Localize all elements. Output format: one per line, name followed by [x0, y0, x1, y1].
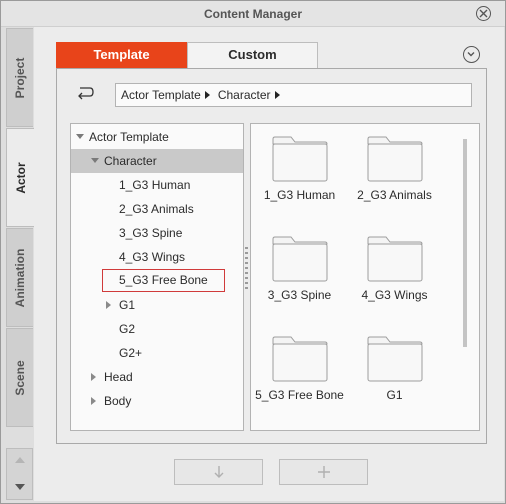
tree-item-g3-spine[interactable]: 3_G3 Spine: [71, 221, 243, 245]
category-tree: Actor Template Character 1_G3 Human 2_G3…: [70, 123, 244, 431]
grid-scrollbar[interactable]: [463, 139, 467, 347]
download-button[interactable]: [174, 459, 263, 485]
folder-icon: [272, 236, 328, 282]
window-title: Content Manager: [203, 7, 302, 21]
caret-right-icon[interactable]: [106, 301, 111, 309]
tree-item-g3-human[interactable]: 1_G3 Human: [71, 173, 243, 197]
folder-label: 4_G3 Wings: [361, 288, 428, 302]
tab-scene[interactable]: Scene: [6, 328, 33, 427]
tab-animation[interactable]: Animation: [6, 228, 33, 327]
folder-label: 1_G3 Human: [263, 188, 336, 202]
breadcrumb: Actor Template Character: [115, 83, 472, 107]
tree-item-g3-free-bone[interactable]: 5_G3 Free Bone: [71, 269, 243, 293]
main-panel: Template Custom Actor Template Character…: [34, 27, 504, 501]
folder-grid: 1_G3 Human 2_G3 Animals 3_G3 Spine 4_G3 …: [250, 123, 480, 431]
tab-animation-label: Animation: [13, 248, 27, 307]
tab-template[interactable]: Template: [56, 42, 187, 68]
tree-item-character[interactable]: Character: [71, 149, 243, 173]
folder-label: 3_G3 Spine: [267, 288, 332, 302]
tree-item-g3-animals[interactable]: 2_G3 Animals: [71, 197, 243, 221]
scroll-down-icon[interactable]: [15, 484, 25, 490]
folder-icon: [367, 336, 423, 382]
add-button[interactable]: [279, 459, 368, 485]
scroll-up-icon[interactable]: [15, 457, 25, 463]
breadcrumb-character[interactable]: Character: [218, 84, 271, 106]
panel-splitter[interactable]: [245, 247, 249, 293]
tree-item-g2-plus[interactable]: G2+: [71, 341, 243, 365]
tree-item-body[interactable]: Body: [71, 389, 243, 413]
tree-item-actor-template[interactable]: Actor Template: [71, 125, 243, 149]
folder-item[interactable]: 2_G3 Animals: [347, 126, 442, 222]
content-manager-window: Content Manager Project Actor Animation …: [0, 0, 506, 504]
folder-item[interactable]: 1_G3 Human: [252, 126, 347, 222]
tab-scroller: [6, 448, 33, 500]
folder-icon: [272, 336, 328, 382]
return-icon[interactable]: [75, 84, 95, 103]
folder-icon: [367, 136, 423, 182]
folder-icon: [272, 136, 328, 182]
title-bar: Content Manager: [1, 1, 505, 27]
folder-label: 5_G3 Free Bone: [255, 388, 344, 402]
side-tabs: Project Actor Animation Scene: [6, 28, 35, 500]
folder-label: G1: [386, 388, 403, 402]
folder-icon: [367, 236, 423, 282]
tree-item-g3-wings[interactable]: 4_G3 Wings: [71, 245, 243, 269]
caret-right-icon[interactable]: [91, 373, 96, 381]
tab-actor-label: Actor: [14, 161, 28, 194]
chevron-down-icon[interactable]: [463, 46, 480, 63]
plus-icon: [317, 466, 330, 478]
caret-right-icon[interactable]: [91, 397, 96, 405]
tab-custom[interactable]: Custom: [187, 42, 318, 68]
folder-item[interactable]: G1: [347, 326, 442, 422]
tree-item-head[interactable]: Head: [71, 365, 243, 389]
tab-project-label: Project: [13, 57, 27, 98]
tab-project[interactable]: Project: [6, 28, 33, 127]
tab-scene-label: Scene: [13, 359, 27, 396]
tab-actor[interactable]: Actor: [6, 128, 35, 227]
caret-down-icon[interactable]: [91, 158, 99, 163]
arrow-down-icon: [214, 466, 223, 478]
content-area: Actor Template Character Actor Template …: [56, 68, 487, 444]
folder-label: 2_G3 Animals: [357, 188, 432, 202]
close-icon[interactable]: [476, 6, 491, 21]
caret-down-icon[interactable]: [76, 134, 84, 139]
tree-item-g1[interactable]: G1: [71, 293, 243, 317]
folder-item[interactable]: 3_G3 Spine: [252, 226, 347, 322]
folder-item[interactable]: 5_G3 Free Bone: [252, 326, 347, 422]
breadcrumb-actor-template[interactable]: Actor Template: [121, 84, 201, 106]
breadcrumb-separator-icon[interactable]: [274, 91, 280, 99]
folder-item[interactable]: 4_G3 Wings: [347, 226, 442, 322]
breadcrumb-separator-icon[interactable]: [204, 91, 210, 99]
tree-item-g2[interactable]: G2: [71, 317, 243, 341]
